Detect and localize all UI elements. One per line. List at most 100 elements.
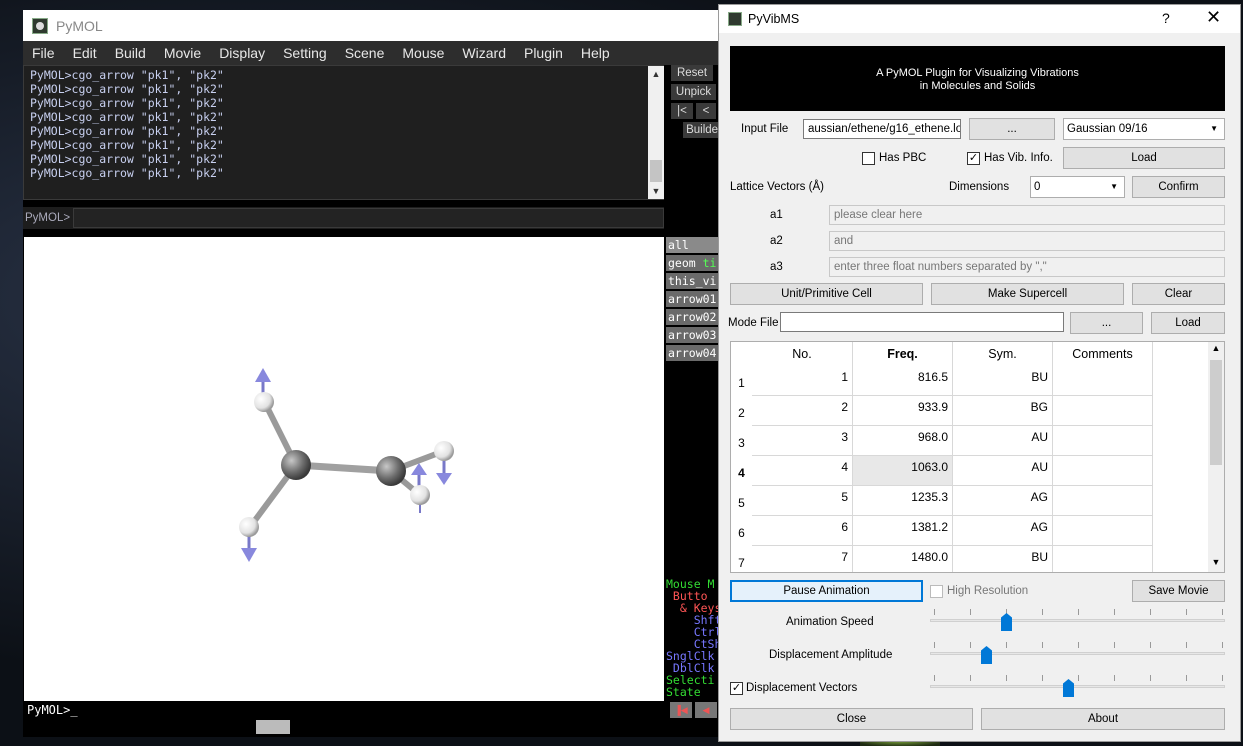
dimensions-select[interactable]: 0 ▼ — [1030, 176, 1125, 198]
cell-freq[interactable]: 1381.2 — [853, 516, 953, 546]
row-index[interactable]: 5 — [731, 496, 752, 510]
table-scroll-thumb[interactable] — [1210, 360, 1222, 465]
row-index[interactable]: 1 — [731, 376, 752, 390]
menu-help[interactable]: Help — [572, 45, 619, 61]
scroll-up-icon[interactable]: ▲ — [648, 66, 664, 82]
unit-cell-button[interactable]: Unit/Primitive Cell — [730, 283, 923, 305]
a1-field[interactable]: please clear here — [829, 205, 1225, 225]
unpick-button[interactable]: Unpick — [671, 84, 716, 100]
cell-comment[interactable] — [1053, 546, 1153, 572]
row-index[interactable]: 3 — [731, 436, 752, 450]
menu-wizard[interactable]: Wizard — [453, 45, 515, 61]
cell-comment[interactable] — [1053, 426, 1153, 456]
animation-speed-slider[interactable] — [930, 609, 1225, 631]
cell-freq[interactable]: 1063.0 — [853, 456, 953, 486]
object-arrow03[interactable]: arrow03 — [666, 327, 720, 343]
object-arrow02[interactable]: arrow02 — [666, 309, 720, 325]
about-button[interactable]: About — [981, 708, 1225, 730]
step-back-icon[interactable]: ◀ — [695, 702, 717, 718]
menu-build[interactable]: Build — [106, 45, 155, 61]
cell-no[interactable]: 5 — [752, 486, 853, 516]
molecule-render[interactable] — [24, 237, 664, 701]
menu-plugin[interactable]: Plugin — [515, 45, 572, 61]
input-file-field[interactable]: aussian/ethene/g16_ethene.log — [803, 119, 961, 139]
cell-sym[interactable]: AG — [953, 486, 1053, 516]
reset-button[interactable]: Reset — [671, 65, 713, 81]
high-resolution-checkbox[interactable] — [930, 585, 943, 598]
close-icon[interactable]: ✕ — [1206, 7, 1221, 28]
menu-mouse[interactable]: Mouse — [393, 45, 453, 61]
object-arrow04[interactable]: arrow04 — [666, 345, 720, 361]
rewind-button[interactable]: |< — [671, 103, 693, 119]
col-header-freq[interactable]: Freq. — [853, 342, 953, 366]
menu-scene[interactable]: Scene — [336, 45, 394, 61]
back-button[interactable]: < — [696, 103, 716, 119]
log-scrollbar[interactable]: ▲ ▼ — [648, 66, 664, 199]
log-scroll-thumb[interactable] — [650, 160, 662, 182]
menu-setting[interactable]: Setting — [274, 45, 336, 61]
menu-display[interactable]: Display — [210, 45, 274, 61]
cell-comment[interactable] — [1053, 456, 1153, 486]
cell-comment[interactable] — [1053, 486, 1153, 516]
cell-freq[interactable]: 1235.3 — [853, 486, 953, 516]
clear-button[interactable]: Clear — [1132, 283, 1225, 305]
table-scrollbar[interactable]: ▲ ▼ — [1208, 342, 1224, 572]
has-vib-checkbox[interactable]: ✓ — [967, 152, 980, 165]
object-arrow01[interactable]: arrow01 — [666, 291, 720, 307]
row-index[interactable]: 7 — [731, 556, 752, 570]
cell-no[interactable]: 2 — [752, 396, 853, 426]
browse-mode-button[interactable]: ... — [1070, 312, 1143, 334]
cell-sym[interactable]: BU — [953, 366, 1053, 396]
slider-handle[interactable] — [981, 646, 992, 664]
molecule-viewport[interactable] — [24, 237, 664, 701]
load-input-button[interactable]: Load — [1063, 147, 1225, 169]
cell-comment[interactable] — [1053, 516, 1153, 546]
displacement-vectors-slider[interactable] — [930, 675, 1225, 697]
mode-file-field[interactable] — [780, 312, 1064, 332]
make-supercell-button[interactable]: Make Supercell — [931, 283, 1124, 305]
cell-no[interactable]: 4 — [752, 456, 853, 486]
cell-sym[interactable]: AG — [953, 516, 1053, 546]
load-mode-button[interactable]: Load — [1151, 312, 1225, 334]
menu-movie[interactable]: Movie — [155, 45, 210, 61]
row-index[interactable]: 4 — [731, 466, 752, 480]
menu-file[interactable]: File — [23, 45, 64, 61]
cell-sym[interactable]: BU — [953, 546, 1053, 572]
menu-edit[interactable]: Edit — [64, 45, 106, 61]
cell-freq[interactable]: 968.0 — [853, 426, 953, 456]
cell-comment[interactable] — [1053, 396, 1153, 426]
slider-handle[interactable] — [1001, 613, 1012, 631]
cell-sym[interactable]: AU — [953, 426, 1053, 456]
row-index[interactable]: 2 — [731, 406, 752, 420]
viewport-prompt[interactable]: PyMOL>_ — [24, 701, 664, 719]
cell-sym[interactable]: BG — [953, 396, 1053, 426]
cell-no[interactable]: 1 — [752, 366, 853, 396]
col-header-no[interactable]: No. — [752, 342, 853, 366]
cell-no[interactable]: 3 — [752, 426, 853, 456]
frame-scroll-thumb[interactable] — [256, 720, 290, 734]
object-this-vib[interactable]: this_vi — [666, 273, 720, 289]
program-select[interactable]: Gaussian 09/16 ▼ — [1063, 118, 1225, 140]
object-all[interactable]: all — [666, 237, 720, 253]
browse-input-button[interactable]: ... — [969, 118, 1055, 140]
cell-comment[interactable] — [1053, 366, 1153, 396]
save-movie-button[interactable]: Save Movie — [1132, 580, 1225, 602]
pause-animation-button[interactable]: Pause Animation — [730, 580, 923, 602]
close-button[interactable]: Close — [730, 708, 973, 730]
a2-field[interactable]: and — [829, 231, 1225, 251]
help-button[interactable]: ? — [1162, 10, 1170, 26]
displacement-amplitude-slider[interactable] — [930, 642, 1225, 664]
col-header-comments[interactable]: Comments — [1053, 342, 1153, 366]
has-pbc-checkbox[interactable] — [862, 152, 875, 165]
cell-sym[interactable]: AU — [953, 456, 1053, 486]
col-header-sym[interactable]: Sym. — [953, 342, 1053, 366]
scroll-down-icon[interactable]: ▼ — [1208, 557, 1224, 567]
displacement-vectors-checkbox[interactable]: ✓ — [730, 682, 743, 695]
scroll-up-icon[interactable]: ▲ — [1208, 343, 1224, 353]
cell-no[interactable]: 6 — [752, 516, 853, 546]
row-index[interactable]: 6 — [731, 526, 752, 540]
cell-freq[interactable]: 933.9 — [853, 396, 953, 426]
cell-no[interactable]: 7 — [752, 546, 853, 572]
cell-freq[interactable]: 816.5 — [853, 366, 953, 396]
confirm-button[interactable]: Confirm — [1132, 176, 1225, 198]
